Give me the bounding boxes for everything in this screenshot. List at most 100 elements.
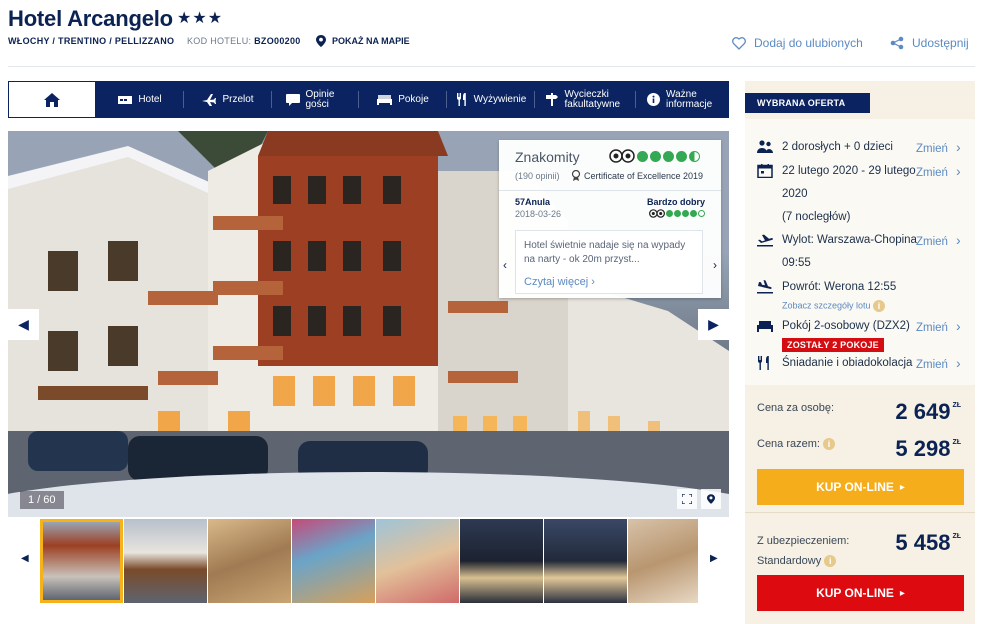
photo-prev-button[interactable]: ◀ — [8, 309, 39, 340]
show-map-link[interactable]: POKAŻ NA MAPIE — [316, 35, 410, 47]
thumbnail[interactable] — [208, 519, 291, 603]
nav-home-tab[interactable] — [8, 81, 96, 118]
chevron-left-icon: ◀ — [18, 316, 29, 332]
flight-details-label: Zobacz szczegóły lotu — [782, 300, 871, 311]
signpost-icon — [545, 93, 558, 106]
nights-text: (7 nocległów) — [782, 211, 851, 223]
hotel-name: Hotel Arcangelo — [8, 6, 173, 31]
review-prev-button[interactable]: ‹ — [503, 258, 507, 272]
photo-tools — [677, 489, 721, 509]
header-divider — [8, 66, 975, 67]
heart-icon — [732, 36, 746, 50]
section-nav: Hotel Przelot Opinie gości Pokoje Wyżywi… — [8, 81, 729, 118]
thumbnail[interactable] — [40, 519, 123, 603]
change-room-link[interactable]: Zmień — [916, 315, 961, 340]
show-map-label: POKAŻ NA MAPIE — [332, 36, 410, 46]
nav-tab-rooms[interactable]: Pokoje — [359, 81, 447, 118]
flight-details-link[interactable]: Zobacz szczegóły lotu i — [782, 300, 886, 312]
fullscreen-button[interactable] — [677, 489, 697, 509]
share-icon — [890, 36, 904, 50]
nav-label: Hotel — [138, 93, 162, 105]
home-icon — [44, 92, 60, 107]
thumbnail[interactable] — [292, 519, 375, 603]
share-button[interactable]: Udostępnij — [890, 36, 969, 50]
thumbnail[interactable] — [460, 519, 543, 603]
review-author: 57Anula — [515, 197, 551, 207]
rooms-left-badge: ZOSTAŁY 2 POKOJE — [782, 338, 884, 352]
thumbs-next-button[interactable]: ▶ — [710, 553, 718, 564]
cutlery-icon — [456, 93, 466, 106]
price-total: 5 298 ZŁ — [895, 436, 961, 462]
nav-label: Pokoje — [398, 93, 429, 105]
change-dates-link[interactable]: Zmień — [916, 160, 961, 185]
rating-bubble — [637, 150, 648, 162]
map-pin-icon — [707, 494, 715, 504]
certificate-of-excellence: Certificate of Excellence 2019 — [571, 170, 703, 181]
nav-tab-reviews[interactable]: Opinie gości — [272, 81, 359, 118]
plane-departure-icon — [757, 234, 773, 247]
hotel-code-value: BZO00200 — [254, 36, 301, 46]
change-departure-link[interactable]: Zmień — [916, 229, 961, 254]
price-per-person-value: 2 649 — [895, 399, 951, 424]
thumbnail[interactable] — [628, 519, 698, 603]
rating-bubble — [650, 150, 661, 162]
tripadvisor-owl-icon — [649, 209, 665, 218]
board-text: Śniadanie i obiadokolacja — [782, 357, 913, 369]
read-more-link[interactable]: Czytaj więcej › — [524, 275, 694, 289]
guests-text: 2 dorosłych + 0 dzieci — [782, 141, 893, 153]
review-user-rating — [649, 209, 705, 218]
nav-label: Wyżywienie — [473, 93, 527, 105]
map-pin-icon — [316, 35, 326, 47]
photo-next-button[interactable]: ▶ — [698, 309, 729, 340]
hotel-code: KOD HOTELU: BZO00200 — [187, 36, 301, 46]
room-text: Pokój 2-osobowy (DZX2) — [782, 320, 910, 332]
nav-tab-excursions[interactable]: Wycieczki fakultatywne — [535, 81, 636, 118]
change-guests-link[interactable]: Zmień — [916, 136, 961, 161]
add-to-favorites-button[interactable]: Dodaj do ulubionych — [732, 36, 863, 50]
info-icon: i — [824, 555, 837, 568]
review-quote: Hotel świetnie nadaje się na wypady na n… — [515, 230, 703, 294]
insurance-type: Standardowy — [757, 555, 822, 567]
rating-bubble — [690, 210, 697, 217]
read-more-label: Czytaj więcej — [524, 276, 589, 288]
favorites-label: Dodaj do ulubionych — [754, 36, 863, 50]
fullscreen-icon — [682, 494, 692, 504]
nav-tab-important-info[interactable]: Ważne informacje — [636, 81, 729, 118]
thumbnail[interactable] — [544, 519, 627, 603]
breadcrumb[interactable]: WŁOCHY / TRENTINO / PELLIZZANO — [8, 36, 174, 46]
review-count: (190 opinii) — [515, 171, 560, 181]
price-total-value: 5 298 — [895, 436, 951, 461]
tripadvisor-rating — [609, 149, 700, 163]
nav-tab-meals[interactable]: Wyżywienie — [447, 81, 535, 118]
buy-online-button[interactable]: KUP ON-LINE — [757, 469, 964, 505]
calendar-icon — [757, 164, 773, 178]
hotel-code-label: KOD HOTELU: — [187, 36, 252, 46]
currency: ZŁ — [952, 533, 961, 540]
rating-bubble — [666, 210, 673, 217]
nav-tab-hotel[interactable]: Hotel — [96, 81, 184, 118]
chevron-right-icon: ▶ — [708, 316, 719, 332]
insurance-label: Z ubezpieczeniem: Standardowy i — [757, 531, 849, 571]
thumbnail[interactable] — [376, 519, 459, 603]
tripadvisor-owl-icon — [609, 149, 635, 163]
tripadvisor-review-card: Znakomity (190 opinii) Certificate of Ex… — [499, 140, 721, 298]
nav-tab-flight[interactable]: Przelot — [184, 81, 272, 118]
nav-label: Przelot — [222, 93, 254, 105]
review-summary: Znakomity — [515, 149, 580, 165]
thumbnail[interactable] — [124, 519, 207, 603]
change-board-link[interactable]: Zmień — [916, 352, 961, 377]
share-label: Udostępnij — [912, 36, 969, 50]
bed-icon — [757, 321, 773, 332]
photo-map-button[interactable] — [701, 489, 721, 509]
price-insured-value: 5 458 — [895, 530, 951, 555]
insurance-label-text: Z ubezpieczeniem: — [757, 535, 850, 547]
review-divider — [499, 190, 721, 191]
offer-sidebar: WYBRANA OFERTA 2 dorosłych + 0 dzieci Zm… — [745, 81, 975, 624]
dates-text: 22 lutego 2020 - 29 lutego 2020 — [782, 165, 916, 200]
info-icon: i — [823, 438, 836, 451]
review-next-button[interactable]: › — [713, 258, 717, 272]
rating-bubble — [698, 210, 705, 217]
thumbs-prev-button[interactable]: ◀ — [21, 553, 29, 564]
buy-online-insured-button[interactable]: KUP ON-LINE — [757, 575, 964, 611]
rating-bubble — [682, 210, 689, 217]
